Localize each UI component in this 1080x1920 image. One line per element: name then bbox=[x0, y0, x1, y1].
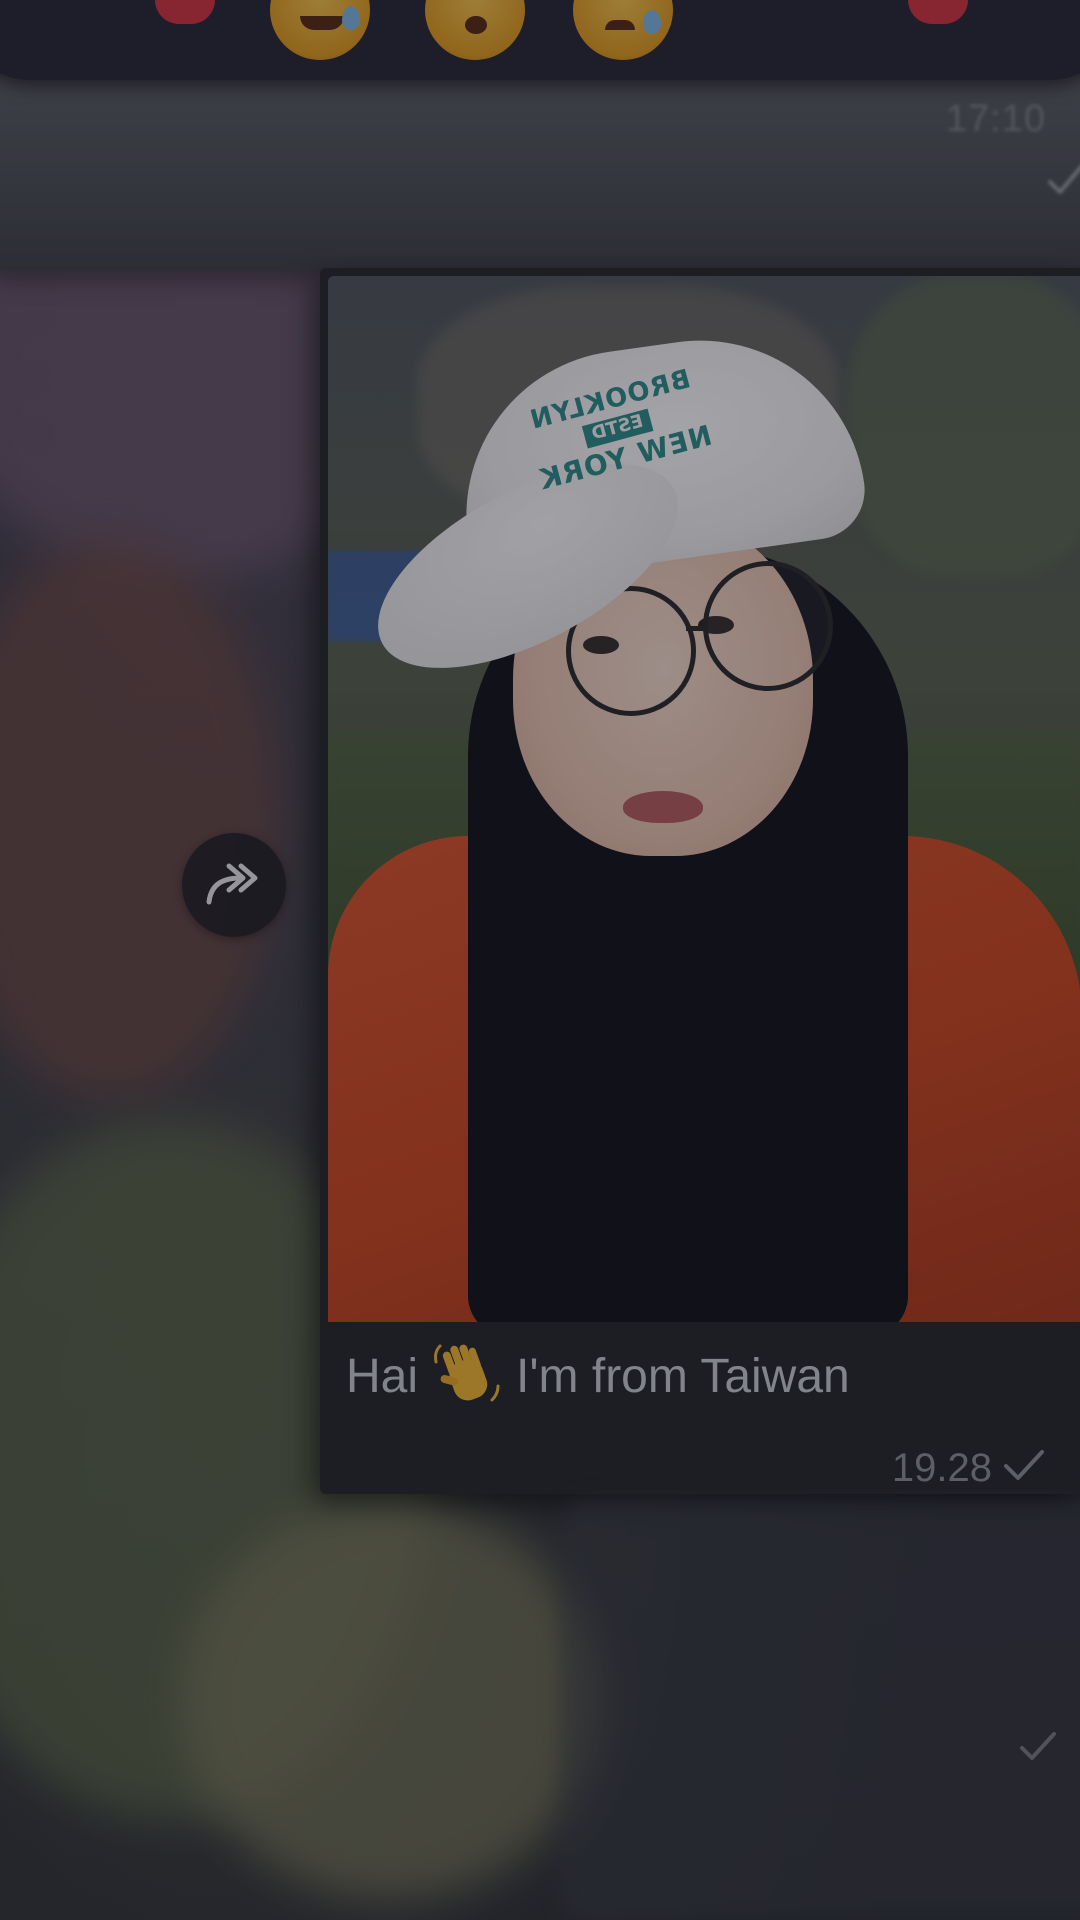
message-photo[interactable]: BROOKLYN ESTD NEW YORK bbox=[328, 276, 1080, 1322]
reaction-bar bbox=[0, 0, 1080, 80]
heart-reaction-2[interactable] bbox=[908, 0, 968, 24]
message-time: 19.28 bbox=[891, 1446, 992, 1490]
surprised-reaction[interactable] bbox=[425, 0, 525, 60]
previous-message-bubble[interactable]: 17:10 bbox=[0, 70, 1080, 270]
caption-text-start: Hai bbox=[346, 1349, 419, 1403]
previous-message-time: 17:10 bbox=[945, 98, 1046, 140]
checkmark-icon bbox=[1004, 1450, 1044, 1480]
crying-reaction[interactable] bbox=[573, 0, 673, 60]
forward-icon bbox=[206, 863, 258, 905]
next-message-bubble[interactable] bbox=[560, 1500, 1080, 1920]
checkmark-icon bbox=[1020, 1732, 1056, 1760]
message-bubble[interactable]: BROOKLYN ESTD NEW YORK Hai I'm from Taiw… bbox=[320, 268, 1080, 1494]
checkmark-icon bbox=[1048, 165, 1080, 194]
laughing-reaction[interactable] bbox=[270, 0, 370, 60]
heart-reaction[interactable] bbox=[155, 0, 215, 24]
caption-text-end: I'm from Taiwan bbox=[516, 1349, 850, 1403]
chat-screen: 17:10 BROOKLYN ESTD NEW YORK Hai I'm fro… bbox=[0, 0, 1080, 1920]
message-caption: Hai I'm from Taiwan bbox=[346, 1336, 1046, 1416]
forward-button[interactable] bbox=[182, 833, 286, 937]
waving-hand-icon bbox=[432, 1342, 502, 1410]
